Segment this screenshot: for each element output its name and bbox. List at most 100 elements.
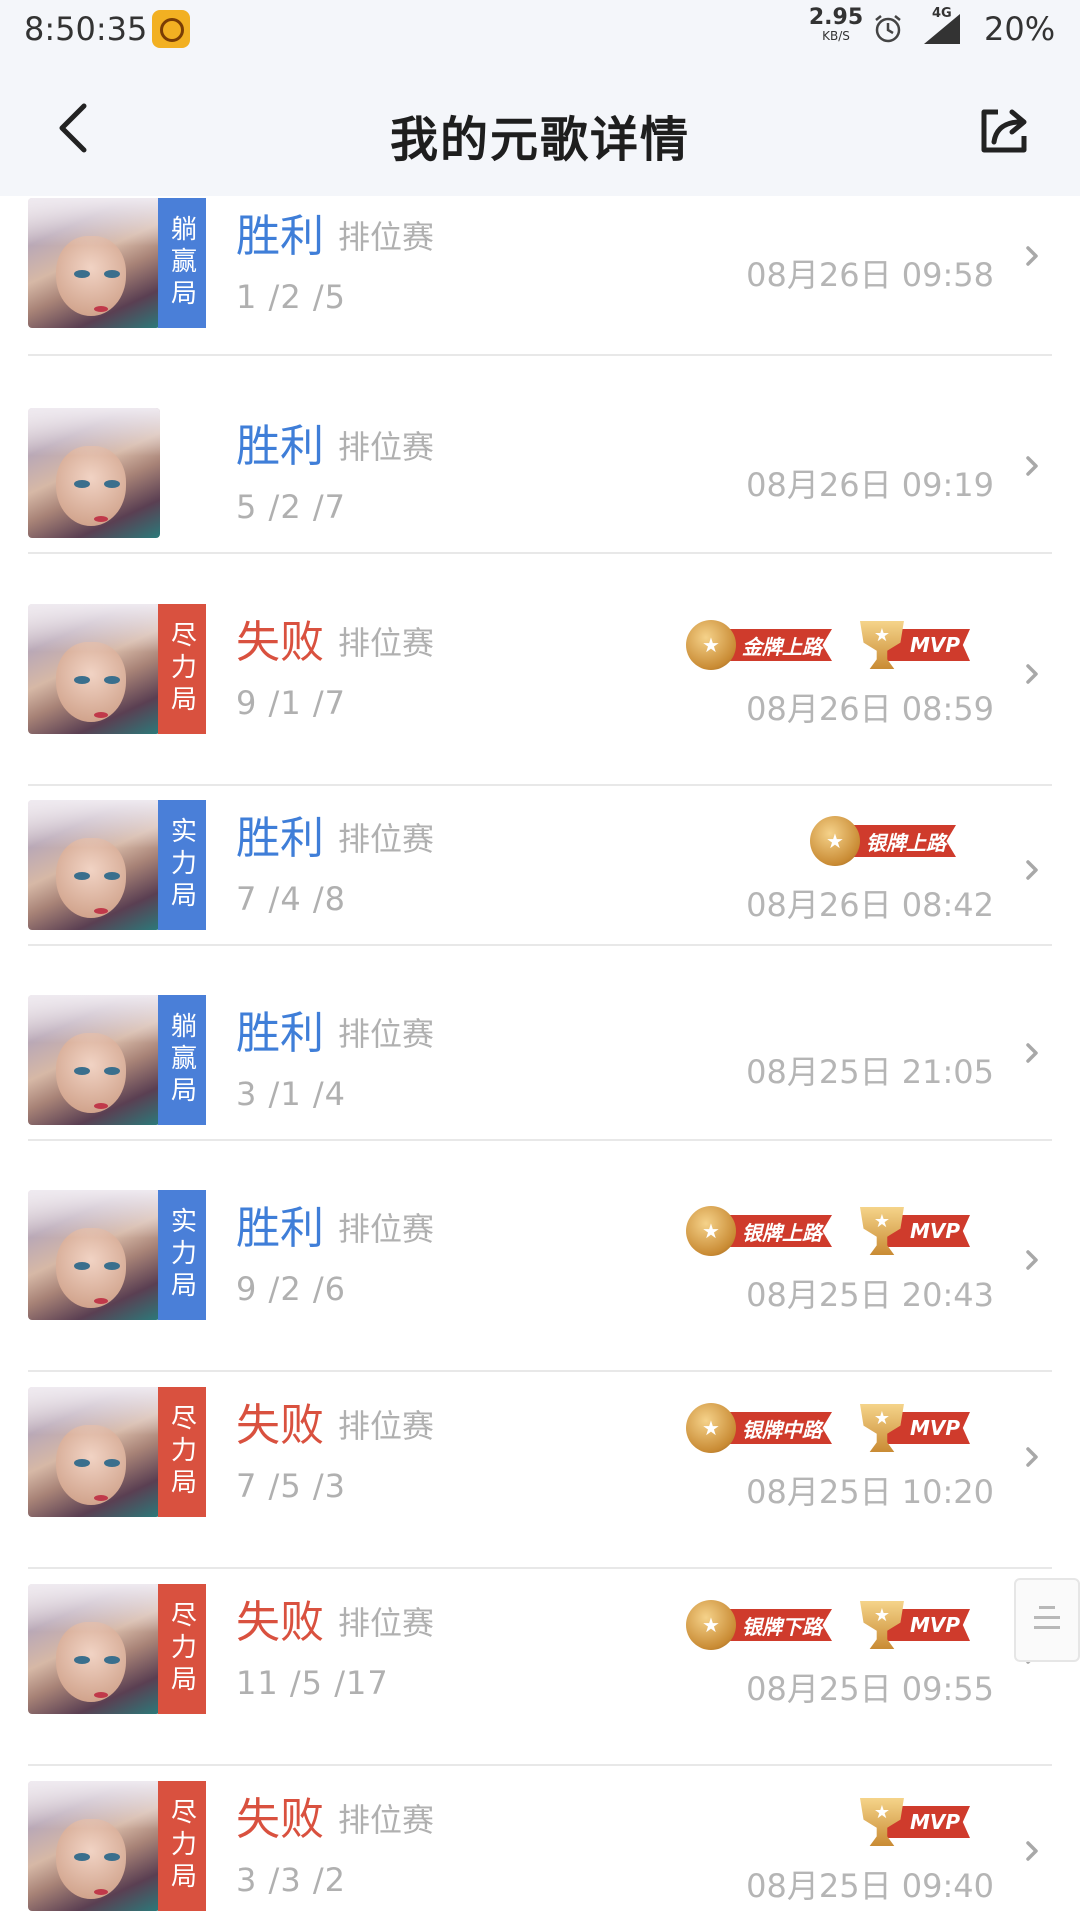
row-divider <box>28 1370 1052 1372</box>
hero-avatar <box>28 1190 160 1320</box>
match-kda: 7 /4 /8 <box>236 880 346 918</box>
match-row[interactable]: 尽力局 失败 排位赛 3 /3 /2 08月25日 09:40 ★ MVP <box>0 1767 1080 1920</box>
match-date: 08月26日 08:59 <box>746 690 994 728</box>
match-tag: 躺赢局 <box>158 995 206 1125</box>
hero-avatar <box>28 1387 160 1517</box>
match-date: 08月25日 09:55 <box>746 1670 994 1708</box>
match-kda: 9 /1 /7 <box>236 684 346 722</box>
match-row[interactable]: 尽力局 失败 排位赛 9 /1 /7 08月26日 08:59 ★ MVP ★ 金牌上路 <box>0 590 1080 786</box>
match-mode: 排位赛 <box>338 1210 435 1248</box>
match-row[interactable]: 实力局 胜利 排位赛 7 /4 /8 08月26日 08:42 ★ 银牌上路 <box>0 786 1080 976</box>
network-speed-unit: KB/S <box>822 29 850 43</box>
hero-avatar <box>28 198 160 328</box>
medal-badge: ★ 银牌上路 <box>686 1204 846 1258</box>
match-mode: 排位赛 <box>338 820 435 858</box>
hero-avatar <box>28 1781 160 1911</box>
chevron-right-icon[interactable] <box>1022 1443 1042 1471</box>
match-tag: 尽力局 <box>158 1387 206 1517</box>
row-divider <box>28 1139 1052 1141</box>
status-bar: 8:50:35 2.95 KB/S 4G 20% <box>0 0 1080 58</box>
row-divider <box>28 944 1052 946</box>
status-time: 8:50:35 <box>24 10 148 48</box>
match-kda: 11 /5 /17 <box>236 1664 389 1702</box>
hero-avatar <box>28 604 160 734</box>
match-result: 胜利 <box>236 1008 324 1059</box>
medal-badge: ★ 金牌上路 <box>686 618 846 672</box>
match-result: 失败 <box>236 1597 324 1648</box>
match-mode: 排位赛 <box>338 218 435 256</box>
medal-icon: ★ <box>810 816 860 866</box>
match-list: 躺赢局 胜利 排位赛 1 /2 /5 08月26日 09:58 胜利 排位赛 5 /2 /7 0… <box>0 196 1080 1920</box>
chevron-right-icon[interactable] <box>1022 856 1042 884</box>
match-row[interactable]: 尽力局 失败 排位赛 7 /5 /3 08月25日 10:20 ★ MVP ★ 银牌中路 <box>0 1373 1080 1569</box>
mvp-badge: ★ MVP <box>860 618 970 672</box>
scroll-to-top-button[interactable] <box>1014 1578 1080 1662</box>
match-result: 失败 <box>236 617 324 668</box>
row-divider <box>28 1567 1052 1569</box>
match-tag: 躺赢局 <box>158 198 206 328</box>
medal-icon: ★ <box>686 1206 736 1256</box>
chevron-right-icon[interactable] <box>1022 660 1042 688</box>
battery-level: 20% <box>984 10 1056 48</box>
match-tag: 实力局 <box>158 800 206 930</box>
match-result: 胜利 <box>236 211 324 262</box>
match-row[interactable]: 躺赢局 胜利 排位赛 3 /1 /4 08月25日 21:05 <box>0 981 1080 1171</box>
match-tag: 实力局 <box>158 1190 206 1320</box>
match-mode: 排位赛 <box>338 1801 435 1839</box>
chevron-right-icon[interactable] <box>1022 1246 1042 1274</box>
match-result: 失败 <box>236 1400 324 1451</box>
match-kda: 7 /5 /3 <box>236 1467 346 1505</box>
hero-avatar <box>28 1584 160 1714</box>
signal-icon <box>924 14 960 44</box>
medal-icon: ★ <box>686 620 736 670</box>
hero-avatar <box>28 995 160 1125</box>
hero-avatar <box>28 800 160 930</box>
match-row[interactable]: 躺赢局 胜利 排位赛 1 /2 /5 08月26日 09:58 <box>0 196 1080 374</box>
chevron-right-icon[interactable] <box>1022 1039 1042 1067</box>
chevron-right-icon[interactable] <box>1022 1837 1042 1865</box>
app-notification-icon <box>152 10 190 48</box>
row-divider <box>28 1764 1052 1766</box>
match-date: 08月25日 21:05 <box>746 1053 994 1091</box>
match-row[interactable]: 尽力局 失败 排位赛 11 /5 /17 08月25日 09:55 ★ MVP ★ 银牌下路 <box>0 1570 1080 1766</box>
medal-icon: ★ <box>686 1600 736 1650</box>
match-kda: 1 /2 /5 <box>236 278 346 316</box>
row-divider <box>28 354 1052 356</box>
network-speed-value: 2.95 <box>808 5 864 30</box>
chevron-right-icon[interactable] <box>1022 452 1042 480</box>
match-kda: 5 /2 /7 <box>236 488 346 526</box>
match-date: 08月26日 09:19 <box>746 466 994 504</box>
match-row[interactable]: 实力局 胜利 排位赛 9 /2 /6 08月25日 20:43 ★ MVP ★ 银牌上路 <box>0 1176 1080 1372</box>
match-tag: 尽力局 <box>158 604 206 734</box>
header: 我的元歌详情 <box>0 58 1080 196</box>
match-mode: 排位赛 <box>338 1407 435 1445</box>
match-result: 胜利 <box>236 813 324 864</box>
mvp-badge: ★ MVP <box>860 1401 970 1455</box>
match-mode: 排位赛 <box>338 1015 435 1053</box>
mvp-badge: ★ MVP <box>860 1204 970 1258</box>
page-title: 我的元歌详情 <box>389 112 690 168</box>
match-mode: 排位赛 <box>338 428 435 466</box>
network-speed: 2.95 KB/S <box>806 5 866 43</box>
share-icon[interactable] <box>976 102 1032 158</box>
match-date: 08月26日 08:42 <box>746 886 994 924</box>
match-mode: 排位赛 <box>338 624 435 662</box>
chevron-right-icon[interactable] <box>1022 242 1042 270</box>
match-result: 失败 <box>236 1794 324 1845</box>
match-kda: 9 /2 /6 <box>236 1270 346 1308</box>
match-row[interactable]: 胜利 排位赛 5 /2 /7 08月26日 09:19 <box>0 394 1080 584</box>
match-tag: 尽力局 <box>158 1584 206 1714</box>
alarm-icon <box>875 15 901 43</box>
match-result: 胜利 <box>236 1203 324 1254</box>
row-divider <box>28 552 1052 554</box>
match-date: 08月25日 09:40 <box>746 1867 994 1905</box>
mvp-badge: ★ MVP <box>860 1598 970 1652</box>
mvp-badge: ★ MVP <box>860 1795 970 1849</box>
match-kda: 3 /3 /2 <box>236 1861 346 1899</box>
match-result: 胜利 <box>236 421 324 472</box>
medal-icon: ★ <box>686 1403 736 1453</box>
medal-badge: ★ 银牌上路 <box>810 814 970 868</box>
medal-badge: ★ 银牌中路 <box>686 1401 846 1455</box>
medal-badge: ★ 银牌下路 <box>686 1598 846 1652</box>
hero-avatar <box>28 408 160 538</box>
